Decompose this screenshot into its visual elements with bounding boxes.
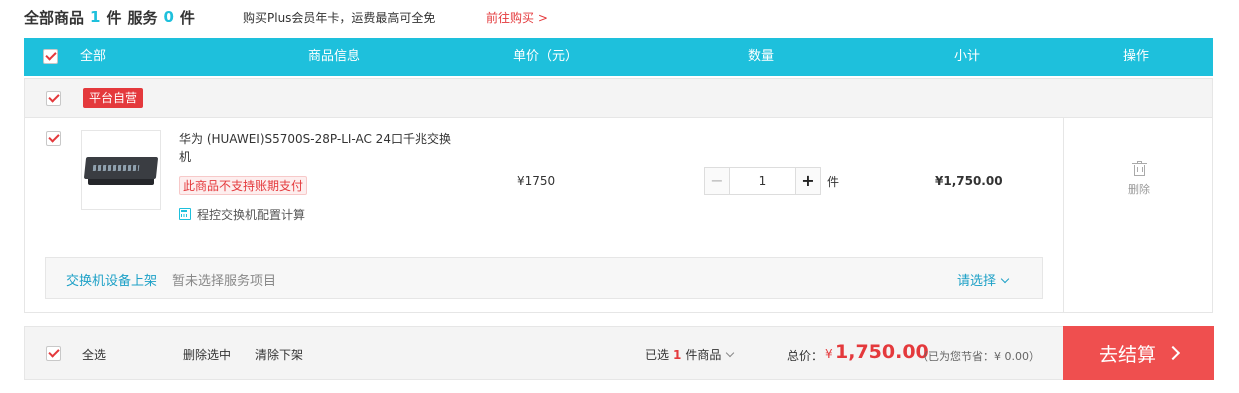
service-unit: 件 [179,8,195,27]
product-thumbnail[interactable] [81,130,161,210]
item-subtotal: ¥1,750.00 [935,174,1003,188]
quantity-increase-button[interactable]: + [795,167,821,195]
clear-removed-button[interactable]: 清除下架 [255,346,303,363]
header-actions: 操作 [1123,49,1150,64]
shop-row: 平台自营 [24,78,1213,118]
buy-plus-link[interactable]: 前往购买 > [486,9,548,26]
delete-selected-button[interactable]: 删除选中 [183,346,231,363]
footer-select-all-label: 全选 [82,348,107,362]
delete-item-label: 删除 [1128,183,1150,196]
cart-summary: 全部商品 1 件 服务 0 件 [24,6,195,28]
quantity-decrease-button[interactable]: − [704,167,730,195]
header-subtotal: 小计 [954,49,981,64]
service-selector: 交换机设备上架 暂未选择服务项目 请选择 [45,257,1043,299]
calculator-icon [179,208,191,220]
item-count: 1 [90,8,101,26]
savings-text: （已为您节省：¥ 0.00） [917,350,1040,363]
chevron-right-icon [1165,345,1181,361]
selected-suffix: 件商品 [685,348,722,362]
unit-price: ¥1750 [517,174,556,188]
choose-service-button[interactable]: 请选择 [956,270,1010,289]
checkout-bar: 全选 删除选中 清除下架 已选 1 件商品 总价： ¥ 1,750.00 （已为您节… [24,326,1214,380]
total-amount: 1,750.00 [835,341,929,363]
self-operated-badge: 平台自营 [83,88,144,108]
shop-checkbox[interactable] [46,91,61,106]
header-product-info: 商品信息 [308,49,361,64]
total-label: 总价： [787,349,824,363]
trash-icon [1131,161,1147,176]
checkout-button[interactable]: 去结算 [1063,326,1214,380]
config-calculator-link[interactable]: 程控交换机配置计算 [179,206,305,222]
delete-item-button[interactable]: 删除 [1125,161,1153,197]
network-switch-icon [83,157,159,179]
select-all-checkbox-header[interactable] [43,49,58,64]
product-name-link[interactable]: 华为 (HUAWEI)S5700S-28P-LI-AC 24口千兆交换机 [179,130,451,166]
header-quantity: 数量 [748,49,775,64]
service-count: 0 [163,8,174,26]
item-unit: 件 [106,8,122,27]
chevron-down-icon [1000,274,1010,284]
config-calculator-label: 程控交换机配置计算 [197,207,306,222]
all-items-label: 全部商品 [24,8,85,27]
payment-warning-tag: 此商品不支持账期支付 [179,176,308,195]
cart-item: 华为 (HUAWEI)S5700S-28P-LI-AC 24口千兆交换机 此商品… [24,118,1213,313]
quantity-stepper: − 1 + 件 [704,167,839,195]
quantity-input[interactable]: 1 [730,167,795,195]
service-status: 暂未选择服务项目 [172,274,277,289]
action-column-divider [1063,118,1064,312]
header-unit-price: 单价（元） [513,49,579,64]
chevron-down-icon [726,348,735,358]
selected-items-toggle[interactable]: 已选 1 件商品 [645,346,735,363]
quantity-unit: 件 [827,174,840,189]
cart-table-header: 全部 商品信息 单价（元） 数量 小计 操作 [24,38,1213,76]
total-currency: ¥ [825,347,833,361]
choose-service-label: 请选择 [956,274,996,289]
plus-promo-text: 购买Plus会员年卡，运费最高可全免 [243,11,436,25]
selected-count: 1 [673,348,682,362]
item-checkbox[interactable] [46,131,61,146]
checkout-label: 去结算 [1098,343,1156,366]
service-label: 服务 [127,8,158,27]
service-title: 交换机设备上架 [66,274,158,289]
select-all-checkbox-footer[interactable] [46,346,61,361]
selected-prefix: 已选 [645,348,670,362]
header-select-all: 全部 [80,49,107,64]
